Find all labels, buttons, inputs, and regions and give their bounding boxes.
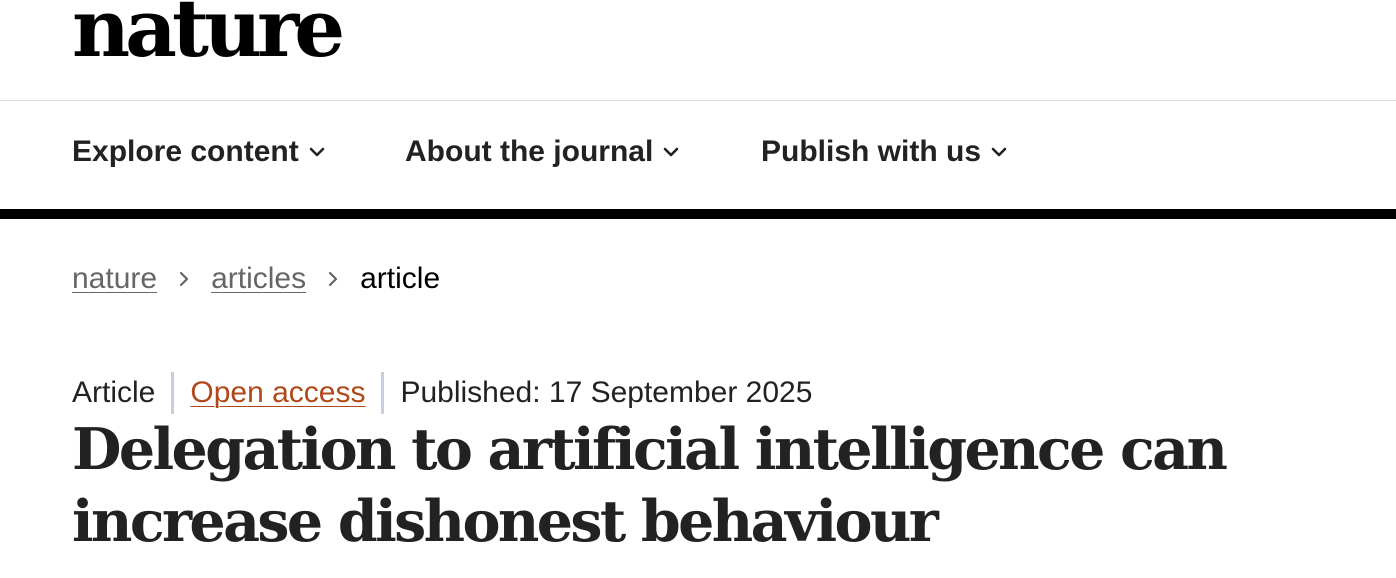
site-header: nature	[0, 0, 1396, 101]
chevron-down-icon	[991, 147, 1007, 157]
nav-explore-content[interactable]: Explore content	[72, 137, 325, 167]
nav-item-label: Explore content	[72, 135, 299, 168]
chevron-down-icon	[664, 147, 679, 157]
breadcrumb-nature[interactable]: nature	[72, 264, 157, 294]
article-meta: Article Open access Published: 17 Septem…	[72, 372, 812, 414]
meta-divider	[381, 372, 385, 414]
breadcrumb-articles[interactable]: articles	[211, 264, 306, 294]
chevron-right-icon	[329, 271, 338, 287]
open-access-link[interactable]: Open access	[190, 378, 365, 408]
nav-item-label: About the journal	[405, 135, 654, 168]
chevron-down-icon	[309, 147, 325, 157]
nature-logo[interactable]: nature	[72, 0, 345, 68]
nav-publish-with-us[interactable]: Publish with us	[761, 137, 1007, 167]
published-date: Published: 17 September 2025	[400, 376, 813, 409]
chevron-right-icon	[179, 271, 189, 287]
meta-divider	[171, 372, 175, 414]
nav-item-label: Publish with us	[761, 135, 982, 168]
breadcrumb-current: article	[360, 262, 441, 295]
article-title: Delegation to artificial intelligence ca…	[72, 416, 1228, 555]
nav-about-the-journal[interactable]: About the journal	[405, 137, 679, 167]
article-type: Article	[72, 376, 156, 409]
breadcrumb: nature articles article	[72, 264, 440, 294]
